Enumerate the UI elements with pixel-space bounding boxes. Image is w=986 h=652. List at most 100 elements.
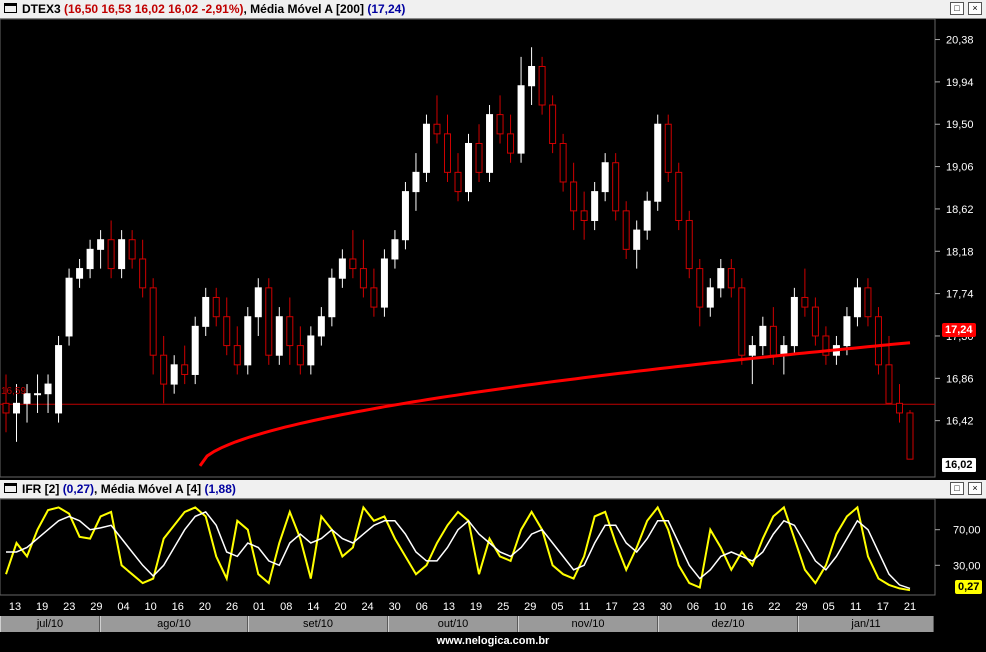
ifr-y-tick-label: 30,00	[953, 560, 981, 572]
candle-body	[748, 345, 756, 356]
ifr-ma-value: (1,88)	[204, 482, 236, 496]
ifr-panel-titlebar: IFR [2] (0,27), Média Móvel A [4] (1,88)…	[0, 480, 986, 499]
ifr-label: IFR [2]	[22, 482, 60, 496]
candle-body	[139, 258, 147, 289]
price-value-tag: 16,02	[941, 457, 977, 473]
day-label: 06	[416, 601, 428, 613]
candle-body	[622, 210, 630, 250]
candle-body	[401, 191, 409, 241]
candle-body	[244, 316, 252, 366]
day-label: 23	[63, 601, 75, 613]
y-tick-label: 19,06	[946, 162, 974, 174]
day-label: 10	[144, 601, 156, 613]
candle-body	[538, 65, 546, 106]
ifr-ma-label: , Média Móvel A [4]	[94, 482, 202, 496]
y-tick-label: 20,38	[946, 35, 974, 47]
day-label: 17	[877, 601, 889, 613]
y-tick-label: 16,42	[946, 416, 974, 428]
candle-body	[349, 258, 357, 270]
day-label: 11	[579, 601, 590, 613]
candle-body	[160, 354, 168, 385]
candle-body	[790, 296, 798, 347]
candle-body	[212, 296, 220, 318]
candle-body	[654, 123, 662, 202]
month-label: ago/10	[100, 616, 248, 632]
day-label: 11	[850, 601, 861, 613]
candle-body	[843, 316, 851, 347]
candle-body	[118, 239, 126, 270]
ma-value-tag: 17,24	[942, 323, 976, 337]
quote-values: (16,50 16,53 16,02 16,02 -2,91%)	[64, 2, 244, 16]
day-label: 29	[795, 601, 807, 613]
candle-body	[727, 268, 735, 289]
day-label: 04	[117, 601, 129, 613]
candle-body	[128, 239, 136, 260]
candle-body	[465, 142, 473, 193]
candle-body	[380, 258, 388, 308]
candle-body	[559, 142, 567, 183]
candle-body	[612, 162, 620, 212]
y-tick-label: 19,50	[946, 119, 974, 131]
close-button[interactable]: ×	[968, 482, 982, 495]
candle-body	[86, 248, 94, 270]
candle-body	[202, 296, 210, 327]
chart-canvas: 20,3819,9419,5019,0618,6218,1817,7417,30…	[0, 18, 981, 613]
day-label: 13	[443, 601, 455, 613]
candle-body	[696, 268, 704, 308]
candle-body	[811, 306, 819, 337]
watermark: www.nelogica.com.br	[436, 635, 550, 647]
price-panel-title: DTEX3 (16,50 16,53 16,02 16,02 -2,91%), …	[22, 0, 405, 18]
candle-body	[44, 383, 52, 395]
close-button[interactable]: ×	[968, 2, 982, 15]
candle-body	[181, 364, 189, 375]
restore-button[interactable]: □	[950, 2, 964, 15]
month-label: nov/10	[518, 616, 658, 632]
ifr-value-tag: 0,27	[955, 580, 983, 594]
day-label: 23	[633, 601, 645, 613]
candle-body	[328, 277, 336, 318]
day-label: 30	[660, 601, 672, 613]
candle-body	[580, 210, 588, 221]
y-tick-label: 18,62	[946, 204, 974, 216]
candle-body	[191, 325, 199, 375]
candle-body	[97, 239, 105, 250]
candle-body	[643, 200, 651, 231]
day-label: 14	[307, 601, 319, 613]
y-tick-label: 16,86	[946, 373, 974, 385]
candle-body	[412, 171, 420, 193]
day-label: 19	[470, 601, 482, 613]
candle-body	[517, 85, 525, 154]
candle-body	[317, 316, 325, 337]
candle-body	[13, 402, 21, 414]
restore-button[interactable]: □	[950, 482, 964, 495]
month-label: out/10	[388, 616, 518, 632]
price-panel-titlebar: DTEX3 (16,50 16,53 16,02 16,02 -2,91%), …	[0, 0, 986, 19]
day-label: 05	[823, 601, 835, 613]
day-label: 16	[741, 601, 753, 613]
day-label: 24	[361, 601, 373, 613]
window-icon	[4, 3, 17, 13]
candle-body	[906, 412, 914, 460]
ma-value: (17,24)	[367, 2, 406, 16]
ifr-y-tick-label: 70,00	[953, 525, 981, 537]
day-label: 25	[497, 601, 509, 613]
candle-body	[570, 181, 578, 212]
candle-body	[759, 325, 767, 347]
day-label: 29	[90, 601, 102, 613]
candle-body	[895, 402, 903, 414]
candle-body	[475, 142, 483, 173]
candle-body	[265, 287, 273, 356]
candle-body	[675, 171, 683, 221]
ifr-value: (0,27)	[62, 482, 95, 496]
day-label: 10	[714, 601, 726, 613]
candle-body	[496, 114, 504, 135]
day-label: 29	[524, 601, 536, 613]
day-label: 20	[199, 601, 211, 613]
candle-body	[801, 296, 809, 308]
candle-body	[717, 268, 725, 289]
candle-body	[286, 316, 294, 347]
candle-body	[706, 287, 714, 308]
candle-body	[55, 345, 63, 414]
y-tick-label: 19,94	[946, 77, 974, 89]
ifr-panel-title: IFR [2] (0,27), Média Móvel A [4] (1,88)	[22, 480, 236, 498]
